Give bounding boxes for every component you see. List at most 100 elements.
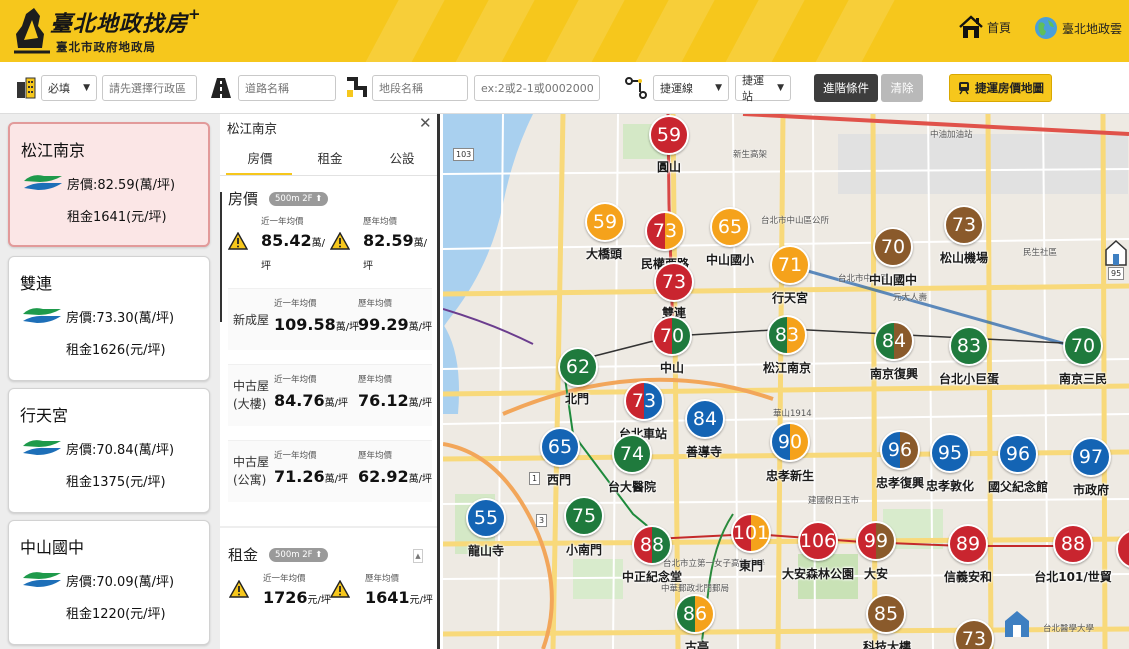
tab-public-facilities[interactable]: 公設 — [366, 148, 437, 167]
station-rent: 租金1641(元/坪) — [67, 210, 167, 225]
station-label-cks-memorial: 中正紀念堂 — [621, 570, 683, 584]
price-bubble-daqiaotou[interactable]: 59 — [585, 202, 625, 242]
price-bubble-guting[interactable]: 86 — [675, 594, 715, 634]
map-place-label: 中油加油站 — [930, 130, 973, 140]
warning-icon — [330, 232, 350, 250]
station-label-nanjing-fuxing: 南京復興 — [869, 367, 919, 381]
metro-station-select[interactable]: 捷運站 ▼ — [735, 74, 791, 103]
road-name-input[interactable] — [238, 75, 336, 101]
price-bubble-zhongshan-elem[interactable]: 65 — [710, 207, 750, 247]
price-bubble-shuanglian[interactable]: 73 — [654, 262, 694, 302]
lot-number-input[interactable] — [474, 75, 600, 101]
price-bubble-taipei-main[interactable]: 73 — [624, 381, 664, 421]
station-label-beimen: 北門 — [564, 392, 590, 406]
history-avg-price: 82.59萬/ — [363, 231, 427, 250]
price-section-title: 房價 — [228, 190, 259, 208]
home-link[interactable]: 首頁 — [958, 12, 1011, 42]
price-bubble-nanjing-fuxing[interactable]: 84 — [874, 321, 914, 361]
price-bubble-arena[interactable]: 83 — [949, 326, 989, 366]
recent-avg-label: 近一年均價 — [263, 574, 306, 584]
land-office-cloud-link[interactable]: 臺北地政雲 — [1033, 13, 1122, 43]
metro-price-map-button[interactable]: 捷運房價地圖 — [949, 74, 1052, 102]
station-list: 松江南京 房價:82.59(萬/坪) 租金1641(元/坪) 雙連 房價:73.… — [0, 114, 220, 649]
land-section-icon — [347, 77, 367, 97]
metro-line-select[interactable]: 捷運線 ▼ — [653, 75, 729, 101]
detail-station-title: 松江南京 — [227, 121, 278, 136]
warning-icon — [229, 580, 249, 598]
station-label-zhongshan: 中山 — [659, 361, 685, 375]
price-bubble-zhongshan-jh[interactable]: 70 — [873, 227, 913, 267]
chevron-down-icon: ▼ — [777, 83, 784, 93]
price-bubble-nanjing-sanmin[interactable]: 70 — [1063, 326, 1103, 366]
map-place-label: 新生高架 — [733, 150, 768, 160]
clear-button[interactable]: 清除 — [881, 74, 923, 102]
price-bubble-xinyi-anhe[interactable]: 89 — [948, 524, 988, 564]
recent-avg-price: 109.58萬/坪 — [274, 315, 360, 334]
price-map[interactable]: 中油加油站 新生高架 台北市中山區公所 民生社區 台北市中山區 元大人壽 華山1… — [443, 114, 1129, 649]
station-price: 房價:73.30(萬/坪) — [66, 311, 175, 326]
price-bubble-beimen[interactable]: 62 — [558, 347, 598, 387]
station-label-xinyi-anhe: 信義安和 — [943, 570, 993, 584]
price-bubble-songjiang-nanjing[interactable]: 83 — [767, 315, 807, 355]
station-label-nanjing-sanmin: 南京三民 — [1058, 372, 1108, 386]
price-unit: 坪 — [261, 261, 271, 272]
station-label-daan: 大安 — [863, 567, 889, 581]
history-avg-price: 76.12萬/坪 — [358, 391, 432, 410]
globe-icon — [1035, 17, 1057, 39]
price-bubble-cks-memorial[interactable]: 88 — [632, 525, 672, 565]
price-bubble-zhongxiao-fuxing[interactable]: 96 — [880, 430, 920, 470]
app-subtitle: 臺北市政府地政局 — [56, 40, 156, 54]
tab-divider — [220, 175, 437, 176]
close-icon[interactable]: ✕ — [419, 114, 432, 132]
price-bubble-minquan-w[interactable]: 73 — [645, 211, 685, 251]
tab-rent[interactable]: 租金 — [294, 148, 366, 167]
range-badge: 500m 2F ⬆ — [269, 192, 329, 206]
price-bubble-yuanshan[interactable]: 59 — [649, 115, 689, 155]
price-bubble-zhongshan[interactable]: 70 — [652, 316, 692, 356]
station-label-taipei101: 台北101/世貿 — [1034, 570, 1112, 584]
price-bubble-zhongxiao-xinsheng[interactable]: 90 — [770, 422, 810, 462]
type-label: 中古屋 (大樓) — [233, 379, 270, 411]
history-avg-rent: 1641元/坪 — [365, 588, 433, 607]
section-name-input[interactable] — [372, 75, 468, 101]
advanced-filter-button[interactable]: 進階條件 — [814, 74, 878, 102]
price-bubble-songshan-airport[interactable]: 73 — [944, 205, 984, 245]
price-bubble-taipei101[interactable]: 88 — [1053, 524, 1093, 564]
price-bubble-ximen[interactable]: 65 — [540, 427, 580, 467]
station-label-zhongxiao-fuxing: 忠孝復興 — [875, 476, 925, 490]
warning-icon — [228, 232, 248, 250]
map-place-label: 台北醫學大學 — [1043, 624, 1095, 634]
price-bubble-shandao[interactable]: 84 — [685, 399, 725, 439]
history-avg-label: 歷年均價 — [363, 217, 398, 227]
price-bubble-xiaonanmen[interactable]: 75 — [564, 496, 604, 536]
price-bubble-longshan[interactable]: 55 — [466, 498, 506, 538]
station-price: 房價:70.09(萬/坪) — [66, 575, 175, 590]
metro-exit-badge: 95 — [1108, 267, 1125, 280]
required-select[interactable]: 必填 ▼ — [41, 75, 97, 101]
station-label-sun-yat-sen: 國父紀念館 — [987, 480, 1049, 494]
station-name: 雙連 — [20, 274, 53, 293]
panel-scrollbar[interactable] — [220, 192, 222, 322]
district-select[interactable] — [102, 75, 197, 101]
price-bubble-city-hall[interactable]: 97 — [1071, 437, 1111, 477]
station-card[interactable]: 松江南京 房價:82.59(萬/坪) 租金1641(元/坪) — [8, 122, 210, 247]
station-label-tech-building: 科技大樓 — [862, 640, 912, 649]
tab-price[interactable]: 房價 — [224, 148, 296, 167]
price-bubble-sun-yat-sen[interactable]: 96 — [998, 434, 1038, 474]
station-label-longshan: 龍山寺 — [467, 544, 505, 558]
taipei-metro-icon — [23, 440, 61, 455]
station-card[interactable]: 行天宮 房價:70.84(萬/坪) 租金1375(元/坪) — [8, 388, 210, 513]
station-price: 房價:70.84(萬/坪) — [66, 443, 175, 458]
station-card[interactable]: 中山國中 房價:70.09(萬/坪) 租金1220(元/坪) — [8, 520, 210, 645]
station-label-daqiaotou: 大橋頭 — [585, 247, 623, 261]
station-card[interactable]: 雙連 房價:73.30(萬/坪) 租金1626(元/坪) — [8, 256, 210, 381]
price-bubble-zhongxiao-dunhua[interactable]: 95 — [930, 433, 970, 473]
scroll-up-icon[interactable]: ▲ — [413, 549, 423, 563]
price-bubble-dongmen[interactable]: 101 — [731, 513, 771, 553]
price-bubble-ntuh[interactable]: 74 — [612, 434, 652, 474]
price-bubble-xingtian[interactable]: 71 — [770, 245, 810, 285]
price-bubble-daan-park[interactable]: 106 — [798, 521, 838, 561]
price-bubble-tech-building[interactable]: 85 — [866, 594, 906, 634]
price-bubble-daan[interactable]: 99 — [856, 521, 896, 561]
station-label-zhongxiao-dunhua: 忠孝敦化 — [925, 479, 975, 493]
